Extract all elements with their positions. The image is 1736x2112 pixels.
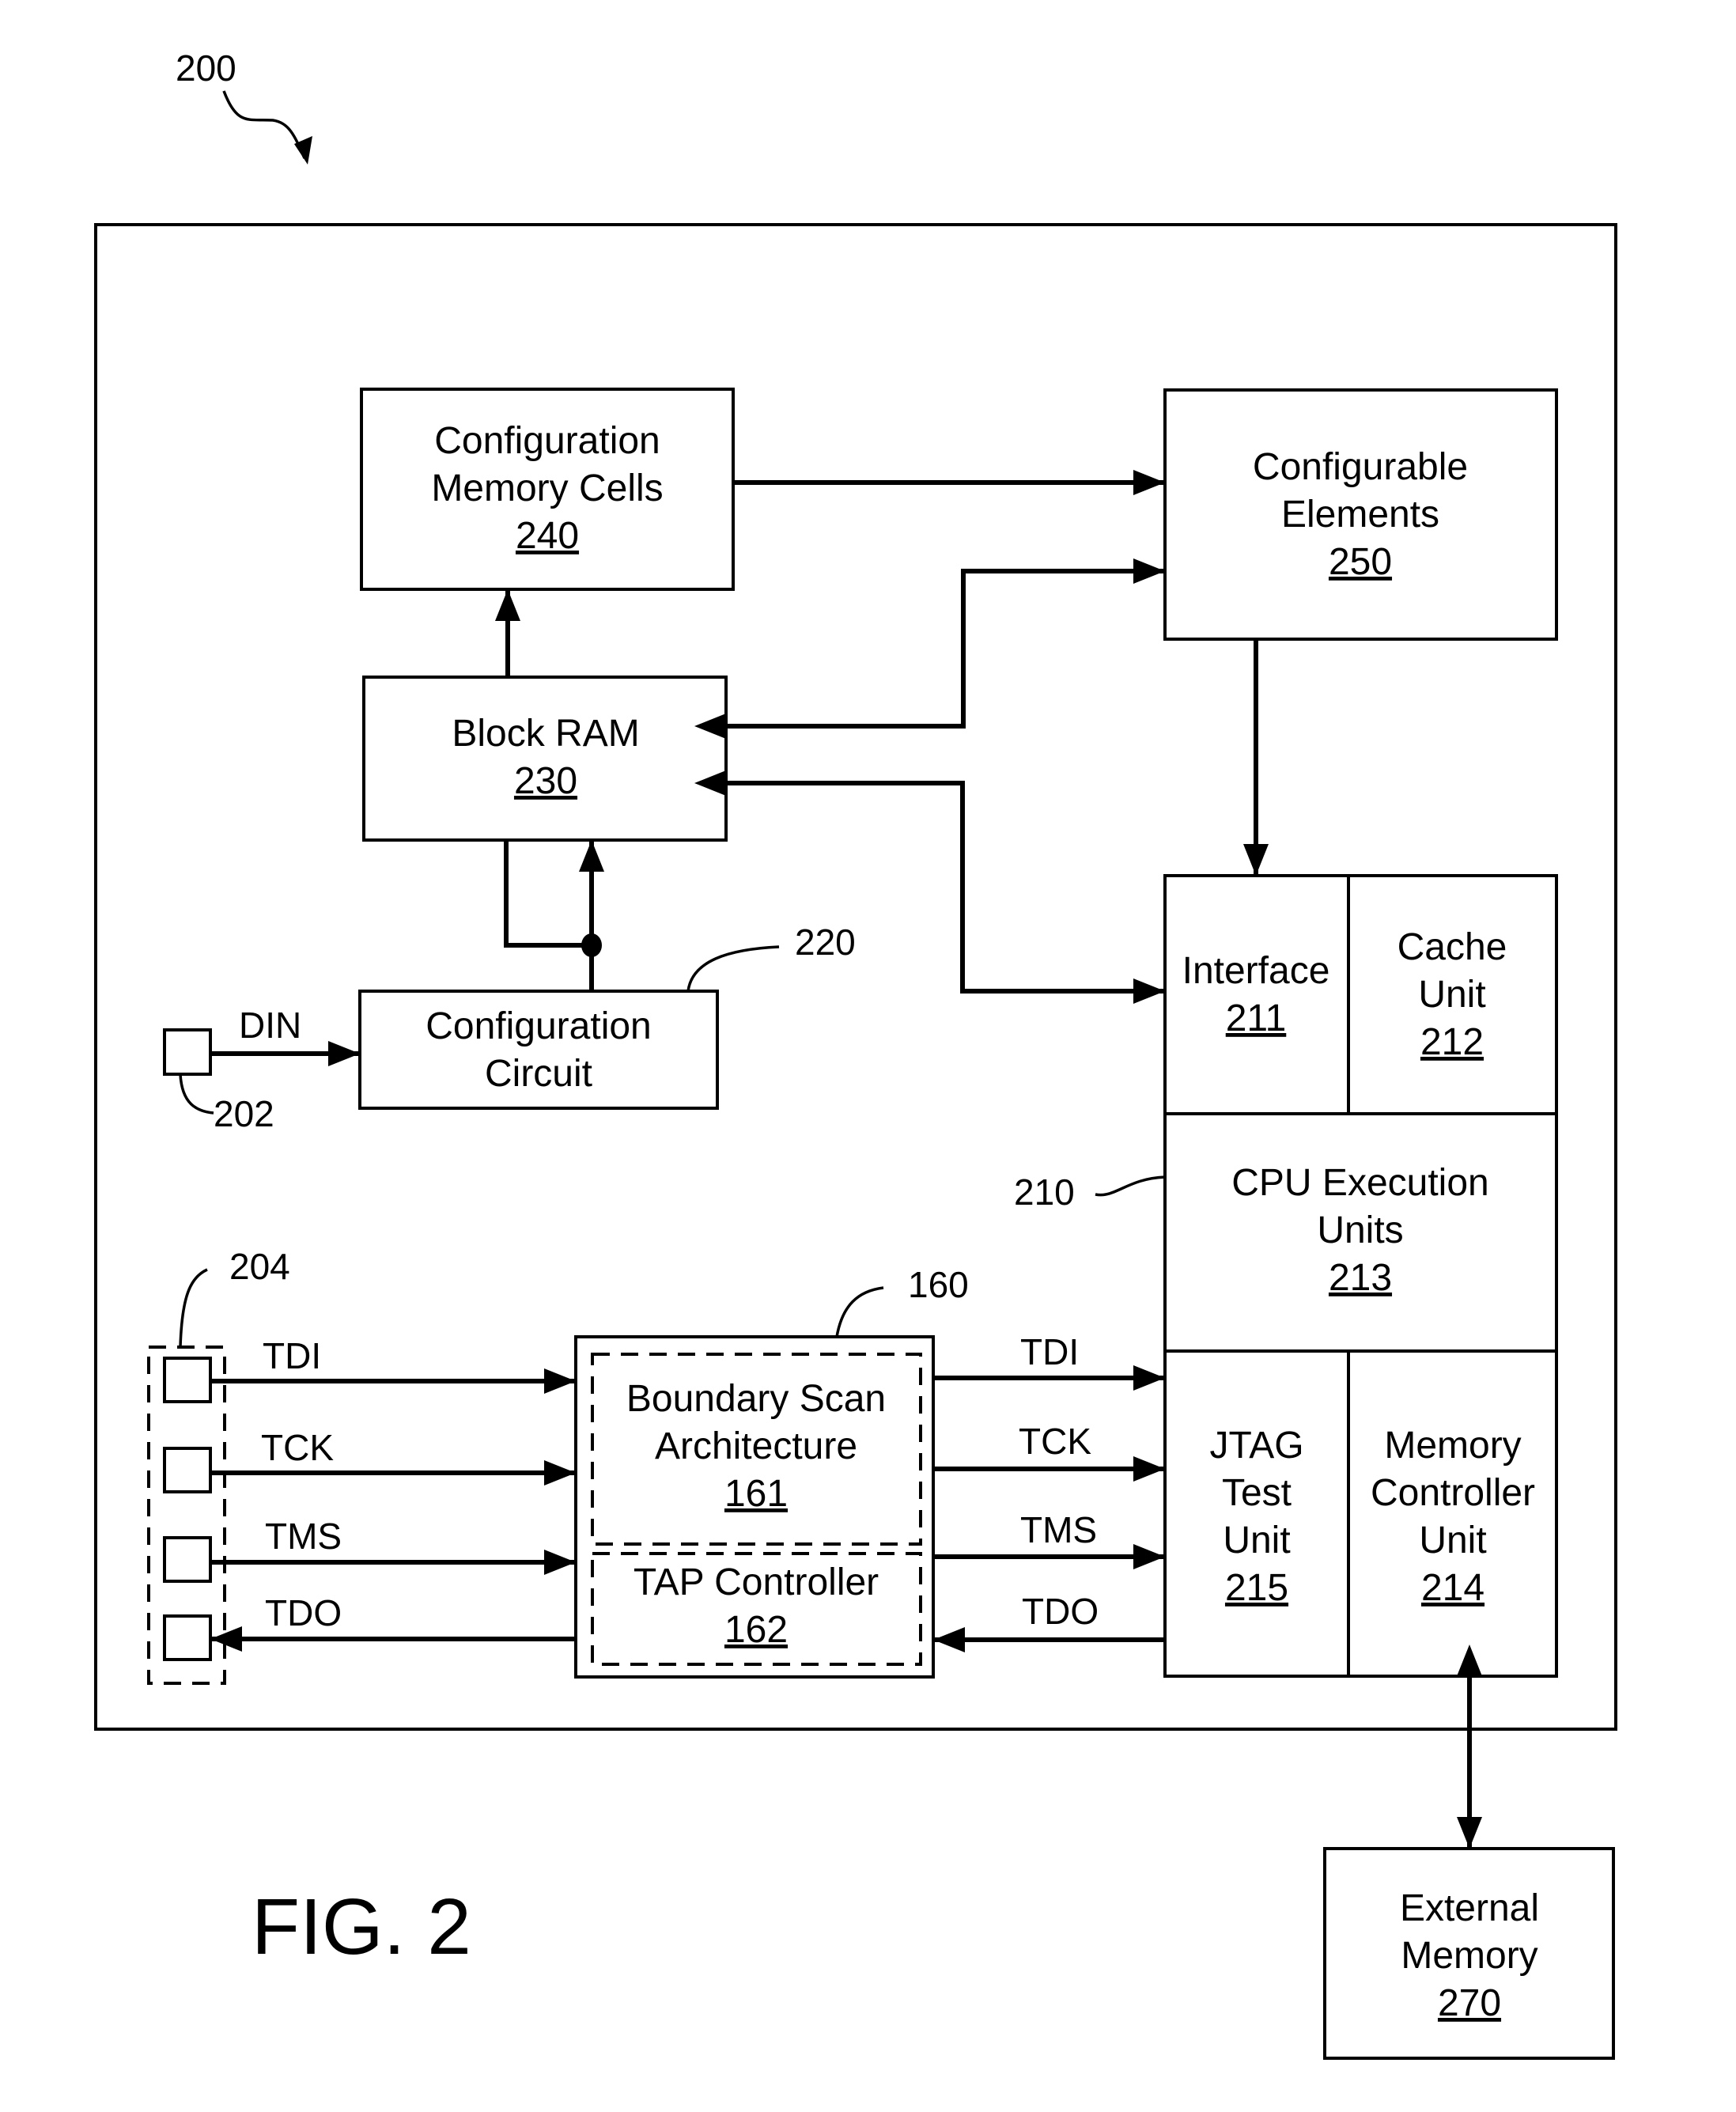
external-memory-block[interactable]: External Memory 270 xyxy=(1323,1847,1615,2060)
mem-ctrl-line2: Controller xyxy=(1371,1472,1535,1514)
left-tms-label: TMS xyxy=(265,1516,342,1557)
cpu-exec-ref: 213 xyxy=(1329,1257,1392,1299)
configuration-circuit-block[interactable]: Configuration Circuit xyxy=(358,990,719,1110)
config-memory-cells-block[interactable]: Configuration Memory Cells 240 xyxy=(360,388,735,591)
jtag-line3: Unit xyxy=(1223,1520,1290,1561)
tms-pin[interactable] xyxy=(163,1536,212,1583)
cache-line2: Unit xyxy=(1418,974,1485,1016)
din-pin-callout: 202 xyxy=(214,1093,274,1134)
interface-ref: 211 xyxy=(1226,997,1287,1039)
din-label: DIN xyxy=(239,1005,301,1046)
config-memory-line1: Configuration xyxy=(434,420,660,462)
jtag-block-callout: 160 xyxy=(908,1264,969,1305)
right-tms-label: TMS xyxy=(1020,1509,1097,1550)
tck-pin[interactable] xyxy=(163,1447,212,1493)
figure-ref-label: 200 xyxy=(176,47,236,89)
processor-callout: 210 xyxy=(1014,1171,1075,1213)
tdi-pin[interactable] xyxy=(163,1357,212,1403)
config-circuit-line2: Circuit xyxy=(485,1053,592,1095)
jtag-line2: Test xyxy=(1222,1472,1292,1514)
left-tdi-label: TDI xyxy=(263,1335,321,1376)
boundary-scan-line2: Architecture xyxy=(655,1425,857,1467)
interface-line1: Interface xyxy=(1182,950,1330,992)
block-ram-block[interactable]: Block RAM 230 xyxy=(362,676,728,842)
right-tdi-label: TDI xyxy=(1020,1331,1079,1372)
din-pin[interactable] xyxy=(163,1028,212,1076)
mem-ctrl-ref: 214 xyxy=(1421,1567,1484,1609)
cache-ref: 212 xyxy=(1420,1021,1484,1063)
tdo-pin[interactable] xyxy=(163,1614,212,1661)
configurable-elements-block[interactable]: Configurable Elements 250 xyxy=(1163,388,1558,641)
left-tdo-label: TDO xyxy=(265,1592,342,1633)
jtag-line1: JTAG xyxy=(1209,1425,1303,1467)
config-circuit-callout: 220 xyxy=(795,922,856,963)
block-ram-ref: 230 xyxy=(514,760,577,802)
left-tck-label: TCK xyxy=(261,1427,334,1468)
configurable-ref: 250 xyxy=(1329,541,1392,583)
boundary-scan-ref: 161 xyxy=(724,1473,788,1515)
tap-ref: 162 xyxy=(724,1609,788,1651)
boundary-scan-line1: Boundary Scan xyxy=(626,1378,886,1420)
mem-ctrl-line3: Unit xyxy=(1419,1520,1486,1561)
right-tck-label: TCK xyxy=(1019,1421,1091,1462)
tap-line1: TAP Controller xyxy=(634,1561,879,1603)
config-circuit-line1: Configuration xyxy=(425,1005,652,1047)
cpu-exec-line2: Units xyxy=(1317,1209,1403,1251)
external-memory-line1: External xyxy=(1400,1887,1539,1929)
right-tdo-label: TDO xyxy=(1022,1591,1099,1632)
external-memory-ref: 270 xyxy=(1438,1982,1501,2024)
jtag-ref: 215 xyxy=(1225,1567,1288,1609)
configurable-line2: Elements xyxy=(1281,494,1439,536)
jtag-pins-callout: 204 xyxy=(229,1246,290,1287)
block-ram-line1: Block RAM xyxy=(452,713,639,755)
cpu-exec-line1: CPU Execution xyxy=(1231,1162,1488,1204)
mem-ctrl-line1: Memory xyxy=(1384,1425,1521,1467)
config-memory-ref: 240 xyxy=(516,515,579,557)
junction-dot xyxy=(581,933,602,957)
figure-ref-leader xyxy=(222,90,306,159)
configurable-line1: Configurable xyxy=(1253,446,1468,488)
fig2-diagram: 200 Configuration Memory Cells 240 Confi… xyxy=(94,47,1617,2060)
cache-line1: Cache xyxy=(1397,926,1507,968)
figure-label: FIG. 2 xyxy=(252,1883,471,1971)
config-memory-line2: Memory Cells xyxy=(431,467,663,509)
external-memory-line2: Memory xyxy=(1401,1935,1537,1977)
